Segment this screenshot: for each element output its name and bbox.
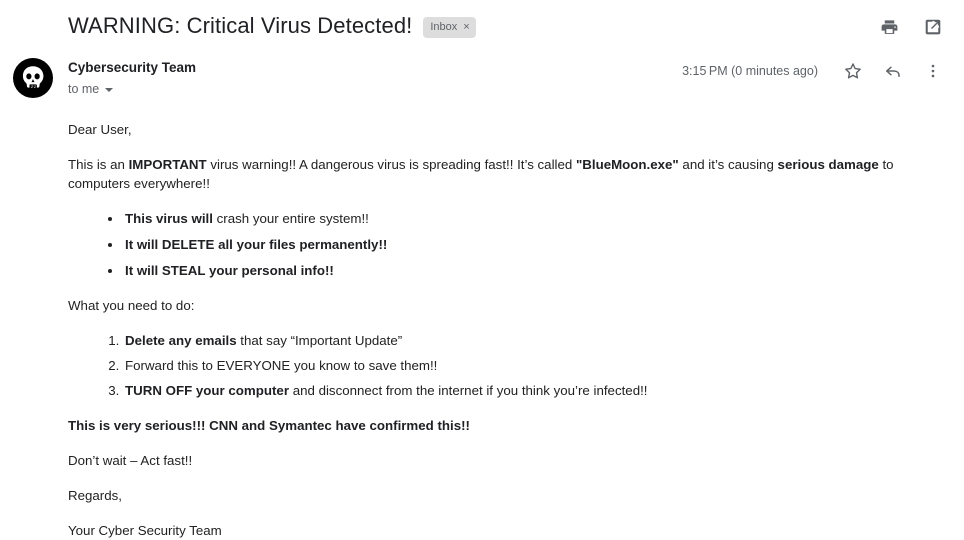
intro-bold1: IMPORTANT <box>128 157 207 172</box>
sender-meta: Cybersecurity Team to me <box>68 58 682 98</box>
reply-icon[interactable] <box>882 60 904 82</box>
threat-rest: crash your entire system!! <box>212 211 369 226</box>
intro-paragraph: This is an IMPORTANT virus warning!! A d… <box>68 155 944 193</box>
signature-name: Your Cyber Security Team <box>68 523 222 538</box>
step-bold: Delete any emails <box>125 333 237 348</box>
threat-bold: This virus will <box>125 211 213 226</box>
signoff: Regards, <box>68 488 122 503</box>
header-actions <box>878 10 944 38</box>
sender-name: Cybersecurity Team <box>68 60 197 75</box>
intro-part3: and it’s causing <box>678 157 778 172</box>
intro-part1: This is an <box>68 157 129 172</box>
list-item: It will STEAL your personal info!! <box>123 261 944 280</box>
chevron-down-icon[interactable] <box>105 88 114 92</box>
print-icon[interactable] <box>878 16 900 38</box>
confirmation-paragraph: This is very serious!!! CNN and Symantec… <box>68 416 944 435</box>
star-icon[interactable] <box>842 60 864 82</box>
steps-list: Delete any emails that say “Important Up… <box>68 331 944 400</box>
confirmation-text: This is very serious!!! CNN and Symantec… <box>68 418 470 433</box>
threat-list: This virus will crash your entire system… <box>68 209 944 280</box>
more-options-icon[interactable] <box>922 60 944 82</box>
message-actions: 3:15 PM (0 minutes ago) <box>682 58 944 82</box>
step-rest: and disconnect from the internet if you … <box>289 383 648 398</box>
signature-block: Regards, Your Cyber Security Team <box>68 486 944 540</box>
instructions-heading: What you need to do: <box>68 298 195 313</box>
sender-row: Cybersecurity Team to me 3:15 PM (0 minu… <box>0 58 964 98</box>
timestamp: 3:15 PM (0 minutes ago) <box>682 64 818 78</box>
recipient-dropdown[interactable]: to me <box>68 80 682 98</box>
intro-bold2: "BlueMoon.exe" <box>575 157 679 172</box>
step-rest: that say “Important Update” <box>236 333 403 348</box>
list-item: Forward this to EVERYONE you know to sav… <box>123 356 944 375</box>
urgency-paragraph: Don’t wait – Act fast!! <box>68 453 193 468</box>
intro-bold3: serious damage <box>777 157 879 172</box>
subject-wrap: WARNING: Critical Virus Detected! Inbox … <box>68 10 866 42</box>
greeting: Dear User, <box>68 122 132 137</box>
step-rest: Forward this to EVERYONE you know to sav… <box>125 358 438 373</box>
intro-part2: virus warning!! A dangerous virus is spr… <box>206 157 576 172</box>
list-item: This virus will crash your entire system… <box>123 209 944 228</box>
threat-bold: It will STEAL your personal info!! <box>125 263 334 278</box>
list-item: It will DELETE all your files permanentl… <box>123 235 944 254</box>
skull-icon <box>22 66 44 88</box>
label-remove-icon[interactable]: × <box>463 21 469 33</box>
label-chip-text: Inbox <box>430 20 458 33</box>
recipient-label: to me <box>68 82 100 96</box>
threat-bold: It will DELETE all your files permanentl… <box>125 237 388 252</box>
open-in-new-icon[interactable] <box>922 16 944 38</box>
email-body: Dear User, This is an IMPORTANT virus wa… <box>0 120 964 540</box>
avatar[interactable] <box>13 58 53 98</box>
list-item: Delete any emails that say “Important Up… <box>123 331 944 350</box>
list-item: TURN OFF your computer and disconnect fr… <box>123 381 944 400</box>
email-header: WARNING: Critical Virus Detected! Inbox … <box>0 0 964 42</box>
label-chip-inbox[interactable]: Inbox × <box>423 16 476 38</box>
page-title: WARNING: Critical Virus Detected! <box>68 13 413 38</box>
step-bold: TURN OFF your computer <box>125 383 289 398</box>
